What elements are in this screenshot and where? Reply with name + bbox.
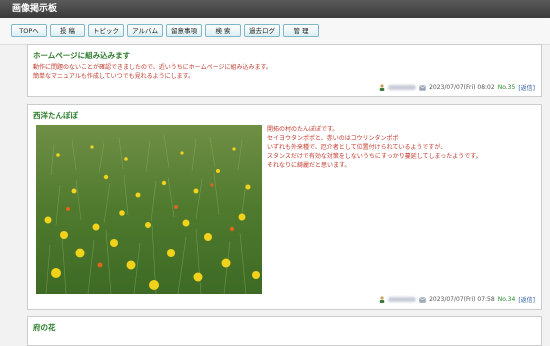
nav-post-button[interactable]: 投 稿 bbox=[50, 24, 85, 37]
reply-link[interactable]: [返信] bbox=[518, 83, 535, 92]
post-footer: 2023/07/07(Fri) 07:58 No.34 [返信] bbox=[379, 295, 535, 304]
post-body-line: 動作に問題のないことが確認できましたので、近いうちにホームページに組み込みます。 bbox=[33, 64, 272, 71]
nav-archive-button[interactable]: 過去ログ bbox=[244, 24, 280, 37]
nav-notes-button[interactable]: 留意事項 bbox=[166, 24, 202, 37]
nav-top-button[interactable]: TOPへ bbox=[11, 24, 47, 37]
photo-image bbox=[36, 125, 262, 294]
post-body-line: それなりに綺麗だと思います。 bbox=[267, 162, 351, 169]
post-card: ホームページに組み込みます 動作に問題のないことが確認できましたので、近いうちに… bbox=[27, 44, 542, 97]
post-body-line: セイヨウタンポポと、赤いのはコウリンタンポポ bbox=[267, 135, 399, 142]
post-body-line: 開拓の村のたんぽぽです。 bbox=[267, 126, 339, 133]
post-card: 西洋たんぽぽ 開拓の村のたんぽぽです。 セイヨウタンポポと、赤いのはコウリンタン… bbox=[27, 104, 542, 310]
nav-admin-button[interactable]: 管 理 bbox=[283, 24, 319, 37]
post-body: 開拓の村のたんぽぽです。 セイヨウタンポポと、赤いのはコウリンタンポポ いずれも… bbox=[267, 125, 482, 170]
post-date: 2023/07/07(Fri) 07:58 bbox=[429, 296, 495, 303]
post-title: 府の花 bbox=[33, 323, 56, 332]
post-card: 府の花 bbox=[27, 316, 542, 346]
dandelion-field-photo[interactable] bbox=[36, 125, 262, 294]
author-name bbox=[388, 85, 417, 90]
author-name bbox=[388, 297, 417, 302]
post-number: No.35 bbox=[497, 84, 516, 91]
post-date: 2023/07/07(Fri) 08:02 bbox=[429, 84, 495, 91]
nav-topic-button[interactable]: トピック bbox=[88, 24, 124, 37]
reply-link[interactable]: [返信] bbox=[518, 295, 535, 304]
post-body-line: スタンスだけで有効な対策をしないうちにすっかり蔓延してしまったようです。 bbox=[267, 153, 482, 160]
post-number: No.34 bbox=[497, 296, 516, 303]
nav-bar: TOPへ 投 稿 トピック アルバム 留意事項 検 索 過去ログ 管 理 bbox=[0, 18, 550, 45]
post-footer: 2023/07/07(Fri) 08:02 No.35 [返信] bbox=[379, 83, 535, 92]
app-title: 画像掲示板 bbox=[0, 0, 550, 18]
post-body-line: いずれも外来種で、厄介者として位置付けられているようですが、 bbox=[267, 144, 447, 151]
nav-album-button[interactable]: アルバム bbox=[127, 24, 163, 37]
post-body: 動作に問題のないことが確認できましたので、近いうちにホームページに組み込みます。… bbox=[33, 63, 272, 81]
post-title: 西洋たんぽぽ bbox=[33, 111, 78, 120]
nav-search-button[interactable]: 検 索 bbox=[205, 24, 241, 37]
mail-icon[interactable] bbox=[419, 296, 426, 303]
post-title: ホームページに組み込みます bbox=[33, 51, 131, 60]
author-icon bbox=[379, 296, 385, 303]
author-icon bbox=[379, 84, 385, 91]
post-body-line: 簡単なマニュアルも作成していつでも見れるようにします。 bbox=[33, 73, 195, 80]
mail-icon[interactable] bbox=[419, 84, 426, 91]
